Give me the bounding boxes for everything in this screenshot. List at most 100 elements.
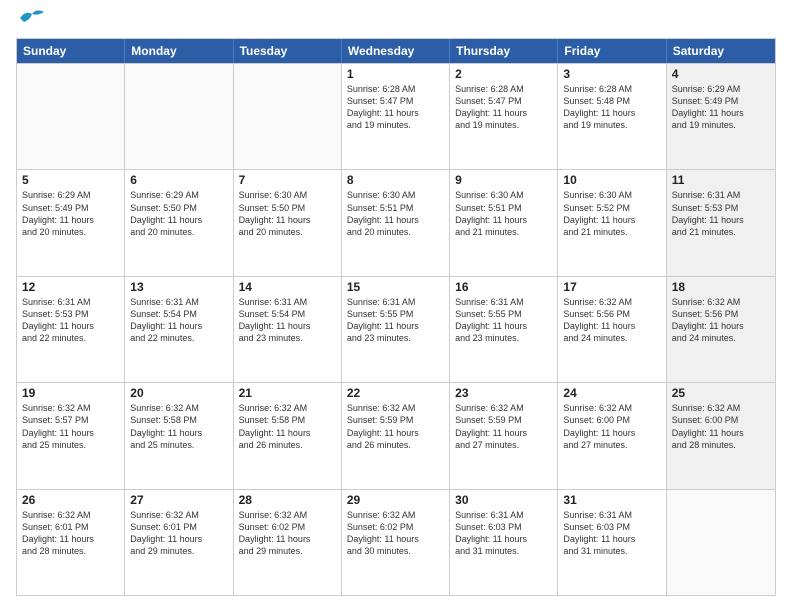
day-cell: 5 Sunrise: 6:29 AM Sunset: 5:49 PM Daylig… <box>17 170 125 275</box>
day-info: Sunrise: 6:28 AM Sunset: 5:48 PM Dayligh… <box>563 83 660 132</box>
day-number: 2 <box>455 67 552 81</box>
dow-cell-thursday: Thursday <box>450 39 558 63</box>
day-number: 13 <box>130 280 227 294</box>
weeks: 1Sunrise: 6:28 AM Sunset: 5:47 PM Daylig… <box>17 63 775 595</box>
day-info: Sunrise: 6:28 AM Sunset: 5:47 PM Dayligh… <box>347 83 444 132</box>
day-cell: 27 Sunrise: 6:32 AM Sunset: 6:01 PM Dayli… <box>125 490 233 595</box>
day-cell: 9Sunrise: 6:30 AM Sunset: 5:51 PM Daylig… <box>450 170 558 275</box>
day-info: Sunrise: 6:32 AM Sunset: 6:00 PM Dayligh… <box>563 402 660 451</box>
day-number: 30 <box>455 493 552 507</box>
day-number: 11 <box>672 173 770 187</box>
day-cell: 15 Sunrise: 6:31 AM Sunset: 5:55 PM Dayli… <box>342 277 450 382</box>
day-cell: 8 Sunrise: 6:30 AM Sunset: 5:51 PM Daylig… <box>342 170 450 275</box>
day-info: Sunrise: 6:29 AM Sunset: 5:49 PM Dayligh… <box>672 83 770 132</box>
dow-header: SundayMondayTuesdayWednesdayThursdayFrid… <box>17 39 775 63</box>
day-cell: 23 Sunrise: 6:32 AM Sunset: 5:59 PM Dayli… <box>450 383 558 488</box>
day-number: 18 <box>672 280 770 294</box>
day-number: 21 <box>239 386 336 400</box>
week-row-1: 1Sunrise: 6:28 AM Sunset: 5:47 PM Daylig… <box>17 63 775 169</box>
logo-bird-icon <box>18 8 46 28</box>
day-info: Sunrise: 6:31 AM Sunset: 5:53 PM Dayligh… <box>672 189 770 238</box>
day-cell: 25Sunrise: 6:32 AM Sunset: 6:00 PM Dayli… <box>667 383 775 488</box>
day-number: 28 <box>239 493 336 507</box>
day-cell: 3 Sunrise: 6:28 AM Sunset: 5:48 PM Daylig… <box>558 64 666 169</box>
day-info: Sunrise: 6:31 AM Sunset: 5:55 PM Dayligh… <box>455 296 552 345</box>
day-cell: 24 Sunrise: 6:32 AM Sunset: 6:00 PM Dayli… <box>558 383 666 488</box>
day-cell: 11 Sunrise: 6:31 AM Sunset: 5:53 PM Dayli… <box>667 170 775 275</box>
week-row-4: 19 Sunrise: 6:32 AM Sunset: 5:57 PM Dayli… <box>17 382 775 488</box>
day-cell: 20Sunrise: 6:32 AM Sunset: 5:58 PM Dayli… <box>125 383 233 488</box>
day-info: Sunrise: 6:32 AM Sunset: 5:57 PM Dayligh… <box>22 402 119 451</box>
day-info: Sunrise: 6:30 AM Sunset: 5:52 PM Dayligh… <box>563 189 660 238</box>
day-cell: 14Sunrise: 6:31 AM Sunset: 5:54 PM Dayli… <box>234 277 342 382</box>
calendar: SundayMondayTuesdayWednesdayThursdayFrid… <box>16 38 776 596</box>
day-number: 29 <box>347 493 444 507</box>
day-cell: 12 Sunrise: 6:31 AM Sunset: 5:53 PM Dayli… <box>17 277 125 382</box>
day-number: 3 <box>563 67 660 81</box>
day-number: 19 <box>22 386 119 400</box>
day-info: Sunrise: 6:32 AM Sunset: 6:01 PM Dayligh… <box>130 509 227 558</box>
day-info: Sunrise: 6:32 AM Sunset: 5:56 PM Dayligh… <box>563 296 660 345</box>
week-row-3: 12 Sunrise: 6:31 AM Sunset: 5:53 PM Dayli… <box>17 276 775 382</box>
day-number: 26 <box>22 493 119 507</box>
day-number: 17 <box>563 280 660 294</box>
day-number: 10 <box>563 173 660 187</box>
day-number: 4 <box>672 67 770 81</box>
day-number: 23 <box>455 386 552 400</box>
dow-cell-wednesday: Wednesday <box>342 39 450 63</box>
day-cell: 6 Sunrise: 6:29 AM Sunset: 5:50 PM Daylig… <box>125 170 233 275</box>
day-number: 16 <box>455 280 552 294</box>
day-cell: 4 Sunrise: 6:29 AM Sunset: 5:49 PM Daylig… <box>667 64 775 169</box>
day-cell: 17 Sunrise: 6:32 AM Sunset: 5:56 PM Dayli… <box>558 277 666 382</box>
day-info: Sunrise: 6:32 AM Sunset: 5:58 PM Dayligh… <box>130 402 227 451</box>
day-info: Sunrise: 6:29 AM Sunset: 5:50 PM Dayligh… <box>130 189 227 238</box>
dow-cell-tuesday: Tuesday <box>234 39 342 63</box>
day-number: 7 <box>239 173 336 187</box>
dow-cell-monday: Monday <box>125 39 233 63</box>
day-cell <box>234 64 342 169</box>
day-info: Sunrise: 6:32 AM Sunset: 6:00 PM Dayligh… <box>672 402 770 451</box>
day-info: Sunrise: 6:31 AM Sunset: 5:53 PM Dayligh… <box>22 296 119 345</box>
day-number: 27 <box>130 493 227 507</box>
day-cell: 19 Sunrise: 6:32 AM Sunset: 5:57 PM Dayli… <box>17 383 125 488</box>
day-info: Sunrise: 6:31 AM Sunset: 5:55 PM Dayligh… <box>347 296 444 345</box>
day-info: Sunrise: 6:31 AM Sunset: 6:03 PM Dayligh… <box>455 509 552 558</box>
day-number: 12 <box>22 280 119 294</box>
page: SundayMondayTuesdayWednesdayThursdayFrid… <box>0 0 792 612</box>
day-cell: 29 Sunrise: 6:32 AM Sunset: 6:02 PM Dayli… <box>342 490 450 595</box>
day-info: Sunrise: 6:32 AM Sunset: 6:02 PM Dayligh… <box>239 509 336 558</box>
day-number: 5 <box>22 173 119 187</box>
day-cell: 13 Sunrise: 6:31 AM Sunset: 5:54 PM Dayli… <box>125 277 233 382</box>
day-info: Sunrise: 6:32 AM Sunset: 6:02 PM Dayligh… <box>347 509 444 558</box>
day-cell: 31 Sunrise: 6:31 AM Sunset: 6:03 PM Dayli… <box>558 490 666 595</box>
day-info: Sunrise: 6:32 AM Sunset: 5:59 PM Dayligh… <box>347 402 444 451</box>
day-info: Sunrise: 6:32 AM Sunset: 5:58 PM Dayligh… <box>239 402 336 451</box>
day-cell: 18Sunrise: 6:32 AM Sunset: 5:56 PM Dayli… <box>667 277 775 382</box>
day-cell: 22Sunrise: 6:32 AM Sunset: 5:59 PM Dayli… <box>342 383 450 488</box>
week-row-5: 26 Sunrise: 6:32 AM Sunset: 6:01 PM Dayli… <box>17 489 775 595</box>
day-info: Sunrise: 6:30 AM Sunset: 5:51 PM Dayligh… <box>347 189 444 238</box>
day-cell <box>17 64 125 169</box>
day-info: Sunrise: 6:30 AM Sunset: 5:50 PM Dayligh… <box>239 189 336 238</box>
day-cell: 10 Sunrise: 6:30 AM Sunset: 5:52 PM Dayli… <box>558 170 666 275</box>
day-info: Sunrise: 6:32 AM Sunset: 5:59 PM Dayligh… <box>455 402 552 451</box>
day-info: Sunrise: 6:31 AM Sunset: 5:54 PM Dayligh… <box>130 296 227 345</box>
day-cell: 30 Sunrise: 6:31 AM Sunset: 6:03 PM Dayli… <box>450 490 558 595</box>
day-cell: 28 Sunrise: 6:32 AM Sunset: 6:02 PM Dayli… <box>234 490 342 595</box>
day-cell: 7 Sunrise: 6:30 AM Sunset: 5:50 PM Daylig… <box>234 170 342 275</box>
day-number: 15 <box>347 280 444 294</box>
day-info: Sunrise: 6:30 AM Sunset: 5:51 PM Dayligh… <box>455 189 552 238</box>
day-cell: 16 Sunrise: 6:31 AM Sunset: 5:55 PM Dayli… <box>450 277 558 382</box>
day-cell <box>125 64 233 169</box>
day-info: Sunrise: 6:29 AM Sunset: 5:49 PM Dayligh… <box>22 189 119 238</box>
day-info: Sunrise: 6:31 AM Sunset: 6:03 PM Dayligh… <box>563 509 660 558</box>
day-number: 31 <box>563 493 660 507</box>
week-row-2: 5 Sunrise: 6:29 AM Sunset: 5:49 PM Daylig… <box>17 169 775 275</box>
dow-cell-sunday: Sunday <box>17 39 125 63</box>
day-number: 6 <box>130 173 227 187</box>
day-cell: 21 Sunrise: 6:32 AM Sunset: 5:58 PM Dayli… <box>234 383 342 488</box>
day-cell: 1Sunrise: 6:28 AM Sunset: 5:47 PM Daylig… <box>342 64 450 169</box>
day-cell: 2Sunrise: 6:28 AM Sunset: 5:47 PM Daylig… <box>450 64 558 169</box>
day-number: 24 <box>563 386 660 400</box>
day-number: 8 <box>347 173 444 187</box>
